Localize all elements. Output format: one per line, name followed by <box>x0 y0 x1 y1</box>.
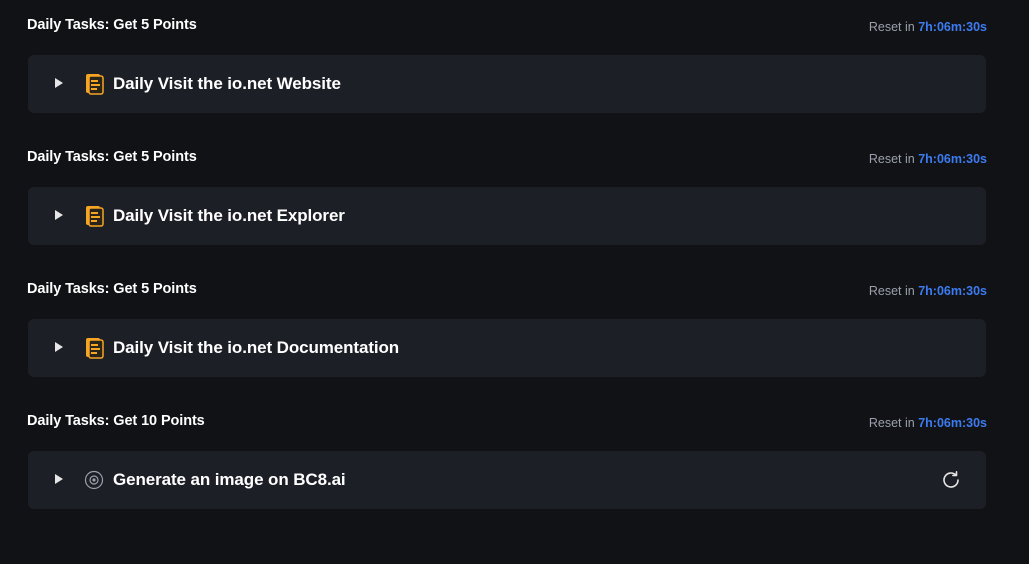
reset-label: Reset in <box>868 152 915 166</box>
reset-time: 7h:06m:30s <box>918 416 987 430</box>
task-section: Daily Tasks: Get 5 Points Reset in 7h:06… <box>0 264 1029 396</box>
task-section: Daily Tasks: Get 10 Points Reset in 7h:0… <box>0 396 1029 528</box>
task-card-website[interactable]: Daily Visit the io.net Website <box>28 55 986 113</box>
section-title: Daily Tasks: Get 5 Points <box>27 149 197 165</box>
reset-timer: Reset in 7h:06m:30s <box>869 416 987 430</box>
task-card-bc8[interactable]: Generate an image on BC8.ai <box>28 451 986 509</box>
section-title: Daily Tasks: Get 5 Points <box>27 17 197 33</box>
reset-timer: Reset in 7h:06m:30s <box>869 20 987 34</box>
task-section: Daily Tasks: Get 5 Points Reset in 7h:06… <box>0 132 1029 264</box>
expand-caret-icon[interactable] <box>55 210 63 220</box>
task-card-documentation[interactable]: Daily Visit the io.net Documentation <box>28 319 986 377</box>
refresh-icon[interactable] <box>940 469 962 491</box>
reset-timer: Reset in 7h:06m:30s <box>869 152 987 166</box>
reset-time: 7h:06m:30s <box>918 152 987 166</box>
reset-label: Reset in <box>868 20 915 34</box>
task-label: Daily Visit the io.net Explorer <box>113 206 345 225</box>
document-icon <box>86 206 104 227</box>
task-section: Daily Tasks: Get 5 Points Reset in 7h:06… <box>0 0 1029 132</box>
expand-caret-icon[interactable] <box>55 78 63 88</box>
section-title: Daily Tasks: Get 10 Points <box>27 413 205 429</box>
task-card-explorer[interactable]: Daily Visit the io.net Explorer <box>28 187 986 245</box>
section-title: Daily Tasks: Get 5 Points <box>27 281 197 297</box>
reset-time: 7h:06m:30s <box>918 20 987 34</box>
reset-time: 7h:06m:30s <box>918 284 987 298</box>
expand-caret-icon[interactable] <box>55 342 63 352</box>
reset-timer: Reset in 7h:06m:30s <box>869 284 987 298</box>
document-icon <box>86 338 104 359</box>
expand-caret-icon[interactable] <box>55 474 63 484</box>
task-label: Generate an image on BC8.ai <box>113 470 346 489</box>
document-icon <box>86 74 104 95</box>
target-icon <box>84 470 104 490</box>
task-label: Daily Visit the io.net Documentation <box>113 338 400 357</box>
task-label: Daily Visit the io.net Website <box>113 74 341 93</box>
reset-label: Reset in <box>868 416 915 430</box>
reset-label: Reset in <box>868 284 915 298</box>
daily-tasks-page: Daily Tasks: Get 5 Points Reset in 7h:06… <box>0 0 1029 564</box>
